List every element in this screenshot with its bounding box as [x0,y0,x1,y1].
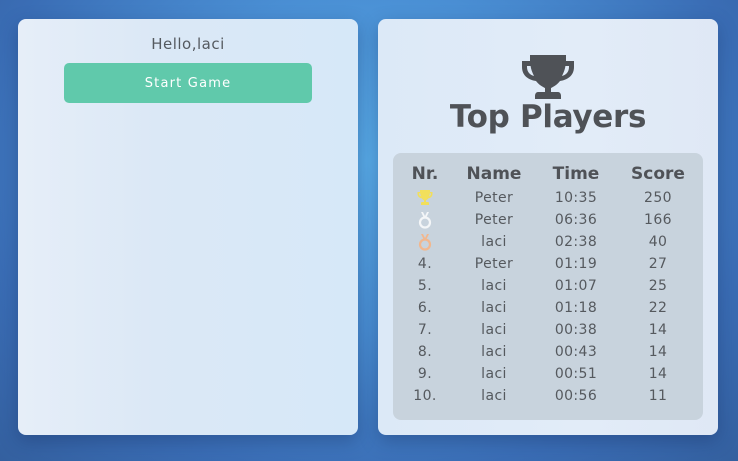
time-cell: 10:35 [554,190,598,206]
rank-cell: 10. [413,388,437,404]
leaderboard-title: Top Players [449,99,647,135]
bronze-medal-icon [418,234,432,251]
score-cell: 166 [644,212,672,228]
name-cell: laci [481,322,507,338]
score-cell: 25 [648,278,668,294]
rank-cell [397,231,453,253]
table-row: Peter 10:35 250 [397,187,699,209]
leaderboard-panel: Top Players Nr. Name Time Score Peter 10… [378,19,718,435]
table-row: 9. laci 00:51 14 [397,363,699,385]
time-cell: 00:56 [554,388,598,404]
time-cell: 00:38 [554,322,598,338]
name-cell: laci [481,388,507,404]
score-cell: 11 [648,388,668,404]
name-cell: Peter [474,256,514,272]
leaderboard-table-container: Nr. Name Time Score Peter 10:35 250 Pete… [393,153,703,420]
name-cell: laci [481,278,507,294]
score-cell: 14 [648,344,668,360]
table-header-row: Nr. Name Time Score [397,161,699,187]
table-row: 7. laci 00:38 14 [397,319,699,341]
score-cell: 250 [644,190,672,206]
time-cell: 01:18 [554,300,598,316]
score-cell: 27 [648,256,668,272]
greeting-text: Hello,laci [151,35,225,53]
time-cell: 00:51 [554,366,598,382]
table-row: 8. laci 00:43 14 [397,341,699,363]
header-time: Time [552,164,600,184]
gold-trophy-icon [417,190,433,205]
name-cell: laci [481,300,507,316]
time-cell: 01:07 [554,278,598,294]
rank-cell: 9. [417,366,433,382]
rank-cell: 6. [417,300,433,316]
rank-cell [397,209,453,231]
start-game-button[interactable]: Start Game [64,63,312,103]
score-cell: 14 [648,366,668,382]
table-row: 10. laci 00:56 11 [397,385,699,407]
name-cell: laci [481,344,507,360]
trophy-icon [522,55,574,99]
name-cell: Peter [474,190,514,206]
name-cell: laci [481,234,507,250]
time-cell: 06:36 [554,212,598,228]
header-name: Name [466,164,522,184]
score-cell: 22 [648,300,668,316]
table-row: 6. laci 01:18 22 [397,297,699,319]
rank-cell: 4. [417,256,433,272]
table-row: 4. Peter 01:19 27 [397,253,699,275]
name-cell: Peter [474,212,514,228]
rank-cell: 8. [417,344,433,360]
rank-cell: 7. [417,322,433,338]
rank-cell [397,187,453,209]
score-cell: 14 [648,322,668,338]
rank-cell: 5. [417,278,433,294]
table-row: Peter 06:36 166 [397,209,699,231]
header-score: Score [631,164,685,184]
player-panel: Hello,laci Start Game [18,19,358,435]
header-rank: Nr. [411,164,439,184]
score-cell: 40 [648,234,668,250]
leaderboard-table: Nr. Name Time Score Peter 10:35 250 Pete… [397,161,699,407]
time-cell: 00:43 [554,344,598,360]
time-cell: 01:19 [554,256,598,272]
silver-medal-icon [418,212,432,229]
name-cell: laci [481,366,507,382]
table-row: 5. laci 01:07 25 [397,275,699,297]
time-cell: 02:38 [554,234,598,250]
table-row: laci 02:38 40 [397,231,699,253]
